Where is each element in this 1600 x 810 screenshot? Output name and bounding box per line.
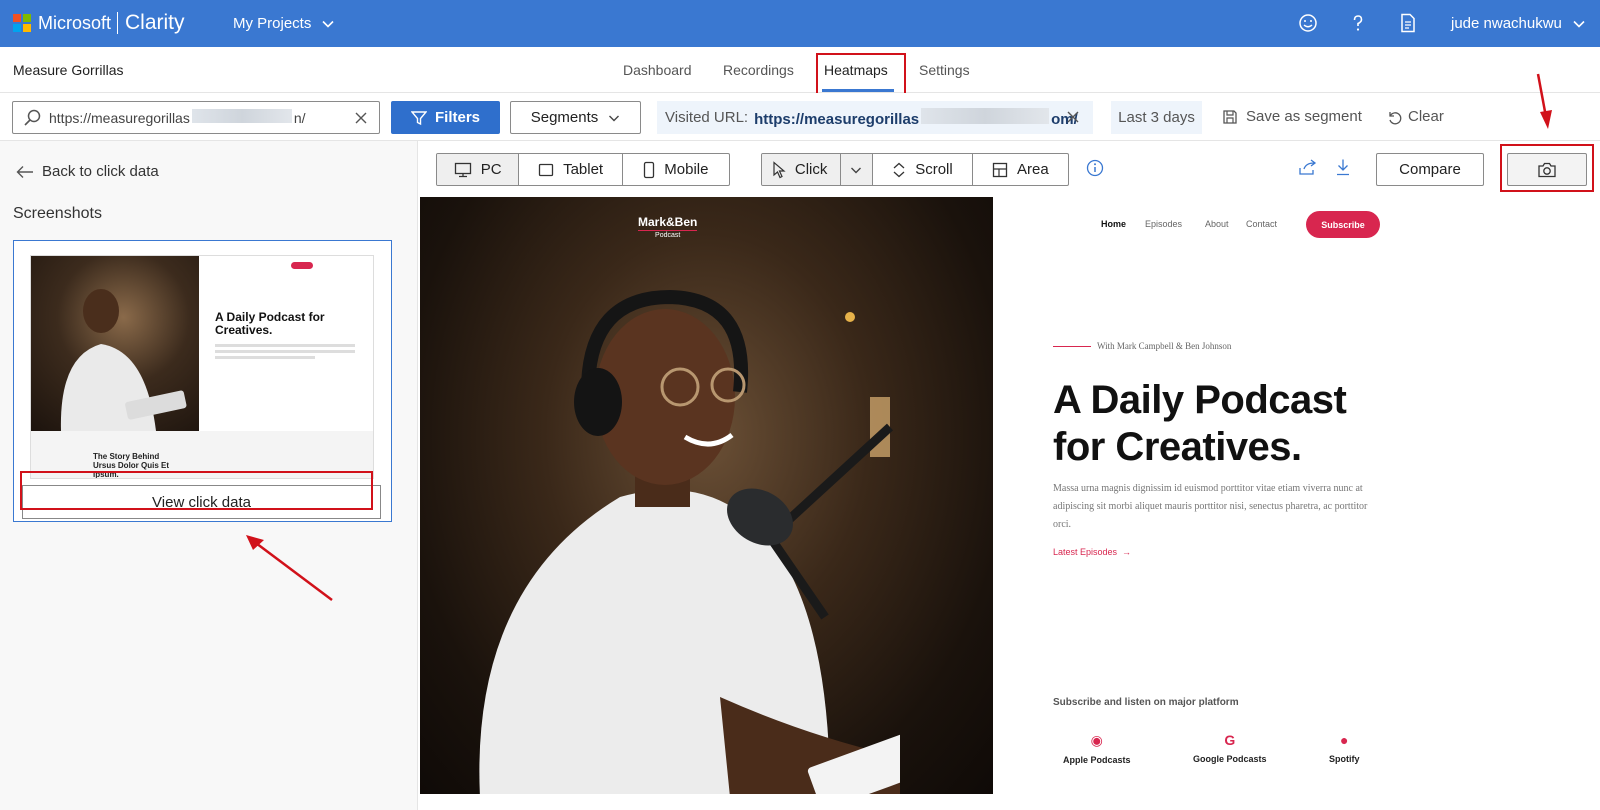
view-click-data-highlight-box xyxy=(20,471,373,510)
site-nav-contact[interactable]: Contact xyxy=(1246,219,1277,229)
area-icon xyxy=(992,162,1008,177)
project-nav-bar: Measure Gorrillas Dashboard Recordings H… xyxy=(0,47,1600,99)
save-as-segment-button[interactable]: Save as segment xyxy=(1222,108,1362,125)
thumbnail-content: A Daily Podcast for Creatives. xyxy=(199,256,373,431)
tab-dashboard[interactable]: Dashboard xyxy=(623,62,692,78)
help-icon[interactable] xyxy=(1347,12,1369,34)
chevron-down-icon[interactable] xyxy=(850,164,862,176)
mode-scroll-button[interactable]: Scroll xyxy=(873,154,973,185)
filters-button[interactable]: Filters xyxy=(391,101,500,134)
visited-url-filter-chip[interactable]: Visited URL: https://measuregorillas om/ xyxy=(657,101,1093,134)
tablet-icon xyxy=(538,163,554,176)
mode-area-button[interactable]: Area xyxy=(973,154,1068,185)
screenshot-thumbnail[interactable]: A Daily Podcast for Creatives. The Story… xyxy=(30,255,374,479)
top-bar: Microsoft Clarity My Projects jude nwach… xyxy=(0,0,1600,47)
url-input-text: https://measuregorillas n/ xyxy=(49,109,306,126)
user-name: jude nwachukwu xyxy=(1451,15,1562,32)
site-logo[interactable]: Mark&Ben Podcast xyxy=(638,215,698,239)
thumbnail-photo xyxy=(31,256,199,431)
share-icon[interactable] xyxy=(1298,158,1318,176)
info-icon[interactable] xyxy=(1086,159,1104,177)
screenshots-panel: Back to click data Screenshots A Daily P… xyxy=(0,141,418,810)
smiley-icon[interactable] xyxy=(1297,12,1319,34)
podcast-icon: ◉ xyxy=(1090,732,1103,748)
brand-name: Microsoft xyxy=(38,13,112,33)
clear-label: Clear xyxy=(1408,108,1444,125)
document-icon[interactable] xyxy=(1397,12,1419,34)
hero-kicker: With Mark Campbell & Ben Johnson xyxy=(1053,341,1231,351)
scroll-icon xyxy=(893,162,905,177)
platform-apple-podcasts[interactable]: ◉ Apple Podcasts xyxy=(1063,732,1131,765)
screenshot-highlight-box xyxy=(1500,144,1594,192)
date-range-chip[interactable]: Last 3 days xyxy=(1111,101,1202,134)
screenshots-heading: Screenshots xyxy=(13,205,102,222)
site-subscribe-button[interactable]: Subscribe xyxy=(1306,211,1380,238)
device-switcher: PC Tablet Mobile xyxy=(436,153,730,186)
filters-label: Filters xyxy=(434,109,480,126)
hero-title: A Daily Podcast for Creatives. xyxy=(1053,378,1347,469)
funnel-icon xyxy=(410,110,427,125)
site-nav-about[interactable]: About xyxy=(1205,219,1229,229)
back-to-click-data-link[interactable]: Back to click data xyxy=(16,163,159,180)
my-projects-dropdown[interactable]: My Projects xyxy=(233,15,335,32)
filter-bar: https://measuregorillas n/ Filters Segmen… xyxy=(0,93,1600,141)
google-icon: G xyxy=(1224,732,1236,748)
platform-spotify[interactable]: ● Spotify xyxy=(1329,732,1360,764)
save-icon xyxy=(1223,109,1237,124)
download-icon[interactable] xyxy=(1335,158,1351,176)
mode-click-button[interactable]: Click xyxy=(762,154,874,185)
my-projects-label: My Projects xyxy=(233,15,312,32)
desktop-icon xyxy=(454,162,471,177)
site-nav-home[interactable]: Home xyxy=(1101,219,1126,229)
hero-body-text: Massa urna magnis dignissim id euismod p… xyxy=(1053,483,1368,530)
segments-dropdown[interactable]: Segments xyxy=(510,101,641,134)
spotify-icon: ● xyxy=(1340,732,1349,748)
brand-divider xyxy=(117,12,118,34)
chevron-down-icon xyxy=(322,20,334,28)
search-icon xyxy=(24,109,41,126)
clear-filters-button[interactable]: Clear xyxy=(1386,108,1444,125)
device-mobile-button[interactable]: Mobile xyxy=(623,154,729,185)
heatmap-type-switcher: Click Scroll Area xyxy=(761,153,1069,186)
thumbnail-heading: A Daily Podcast for Creatives. xyxy=(215,310,325,337)
project-name: Measure Gorrillas xyxy=(13,62,124,78)
user-menu[interactable]: jude nwachukwu xyxy=(1451,15,1586,32)
platform-google-podcasts[interactable]: G Google Podcasts xyxy=(1193,732,1267,764)
podcast-hero-photo: Mark&Ben Podcast xyxy=(420,197,993,794)
latest-episodes-link[interactable]: Latest Episodes → xyxy=(1053,547,1131,557)
heatmap-page-preview[interactable]: Mark&Ben Podcast Home Episodes About Con… xyxy=(420,197,1380,794)
cursor-icon xyxy=(773,160,786,178)
site-nav-episodes[interactable]: Episodes xyxy=(1145,219,1182,229)
visited-url-value: https://measuregorillas om/ xyxy=(754,107,1078,128)
tab-settings[interactable]: Settings xyxy=(919,62,970,78)
visited-url-label: Visited URL: xyxy=(665,109,749,126)
product-name[interactable]: Clarity xyxy=(125,11,185,35)
heatmap-toolbar: PC Tablet Mobile Click Scroll Area Compa… xyxy=(418,141,1600,197)
device-tablet-button[interactable]: Tablet xyxy=(519,154,623,185)
chevron-down-icon xyxy=(609,115,620,121)
platforms-heading: Subscribe and listen on major platform xyxy=(1053,697,1239,708)
save-as-segment-label: Save as segment xyxy=(1246,108,1362,125)
compare-button[interactable]: Compare xyxy=(1376,153,1484,186)
undo-icon xyxy=(1389,111,1402,124)
chevron-down-icon xyxy=(1573,20,1585,28)
mobile-icon xyxy=(644,161,655,178)
microsoft-logo-icon xyxy=(13,14,31,32)
close-icon[interactable] xyxy=(353,110,369,126)
back-label: Back to click data xyxy=(42,163,159,180)
arrow-left-icon xyxy=(16,165,33,178)
tab-recordings[interactable]: Recordings xyxy=(723,62,794,78)
segments-label: Segments xyxy=(530,109,599,126)
close-icon[interactable] xyxy=(1065,109,1081,125)
url-search-field[interactable]: https://measuregorillas n/ xyxy=(12,101,380,134)
device-pc-button[interactable]: PC xyxy=(437,154,520,185)
